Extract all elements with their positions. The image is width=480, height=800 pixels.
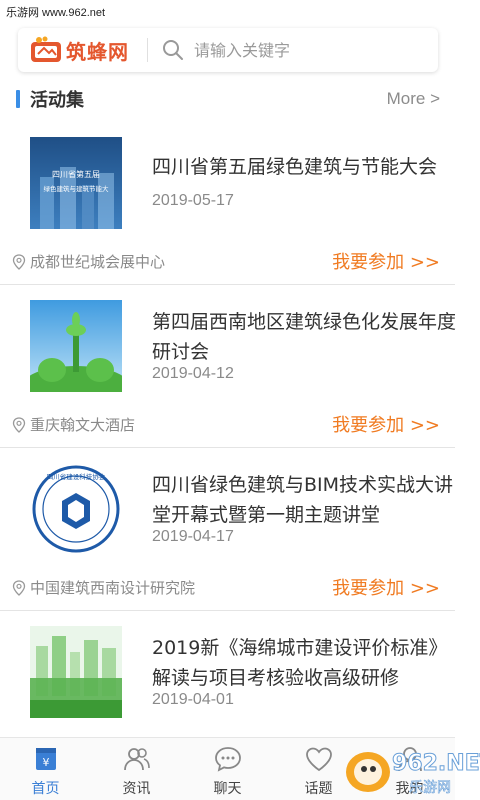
location-text: 中国建筑西南设计研究院 [30,579,196,597]
section-accent-bar [16,90,20,108]
event-thumbnail: 四川省第五届 绿色建筑与建筑节能大 [30,137,122,229]
event-title: 第四届西南地区建筑绿色化发展年度研讨会 [152,311,457,363]
search-field[interactable] [162,28,438,72]
event-title: 四川省第五届绿色建筑与节能大会 [152,156,438,178]
heart-icon [305,747,332,772]
app-screen: 乐游网 www.962.net 筑蜂网 活动集 More > [0,0,480,800]
event-thumbnail [30,300,122,392]
watermark-brand: 962.NET [392,751,480,776]
event-card[interactable]: 四川省第五届 绿色建筑与建筑节能大 四川省第五届绿色建筑与节能大会 2019-0… [0,122,480,285]
search-icon [163,40,183,60]
event-date: 2019-04-12 [152,365,234,382]
search-bar[interactable]: 筑蜂网 [18,28,438,72]
join-button[interactable]: 我要参加 >> [332,574,440,600]
site-watermark-logo: 962.NET 乐游网 [346,751,480,796]
thumb-caption: 四川省建设科技协会 [47,472,106,481]
event-title: 四川省绿色建筑与BIM技术实战大讲堂开幕式暨第一期主题讲堂 [152,474,454,526]
event-date: 2019-04-01 [152,691,234,708]
tab-label: 首页 [31,781,60,797]
thumb-caption: 绿色建筑与建筑节能大 [44,184,110,193]
svg-text:¥: ¥ [42,756,49,769]
location-pin-icon [12,579,26,596]
search-divider [147,38,148,62]
event-date: 2019-04-17 [152,528,234,545]
section-header: 活动集 More > [0,82,480,116]
watermark-text: 乐游网 www.962.net [6,7,106,19]
event-card[interactable]: 第四届西南地区建筑绿色化发展年度研讨会 2019-04-12 重庆翰文大酒店 我… [0,285,480,448]
event-title: 2019新《海绵城市建设评价标准》解读与项目考核验收高级研修 [152,637,448,689]
location-text: 成都世纪城会展中心 [30,253,166,271]
section-title: 活动集 [30,90,84,111]
location-text: 重庆翰文大酒店 [30,416,136,434]
event-location: 重庆翰文大酒店 [12,414,135,435]
location-pin-icon [12,253,26,270]
tab-label: 聊天 [213,781,242,797]
event-thumbnail: 四川省建设科技协会 [30,463,122,555]
chat-icon [214,747,241,772]
tab-home[interactable]: ¥ 首页 [0,738,91,800]
location-pin-icon [12,416,26,433]
event-location: 成都世纪城会展中心 [12,251,165,272]
tab-chat[interactable]: 聊天 [182,738,273,800]
tab-label: 资讯 [122,781,151,797]
tab-news[interactable]: 资讯 [91,738,182,800]
event-thumbnail [30,626,122,718]
people-icon [123,748,150,771]
bee-logo-icon [31,36,61,62]
tab-label: 话题 [304,781,333,797]
watermark-sub: 乐游网 [409,780,451,796]
search-input[interactable] [194,40,394,60]
brand-logo[interactable]: 筑蜂网 [30,36,129,65]
join-button[interactable]: 我要参加 >> [332,411,440,437]
event-list: 四川省第五届 绿色建筑与建筑节能大 四川省第五届绿色建筑与节能大会 2019-0… [0,122,480,774]
thumb-caption: 四川省第五届 [52,169,100,179]
more-link[interactable]: More > [387,89,440,109]
event-card[interactable]: 四川省建设科技协会 四川省绿色建筑与BIM技术实战大讲堂开幕式暨第一期主题讲堂 … [0,448,480,611]
logo-text: 筑蜂网 [66,39,129,64]
event-location: 中国建筑西南设计研究院 [12,577,195,598]
event-date: 2019-05-17 [152,192,234,209]
home-icon: ¥ [35,748,56,770]
join-button[interactable]: 我要参加 >> [332,248,440,274]
